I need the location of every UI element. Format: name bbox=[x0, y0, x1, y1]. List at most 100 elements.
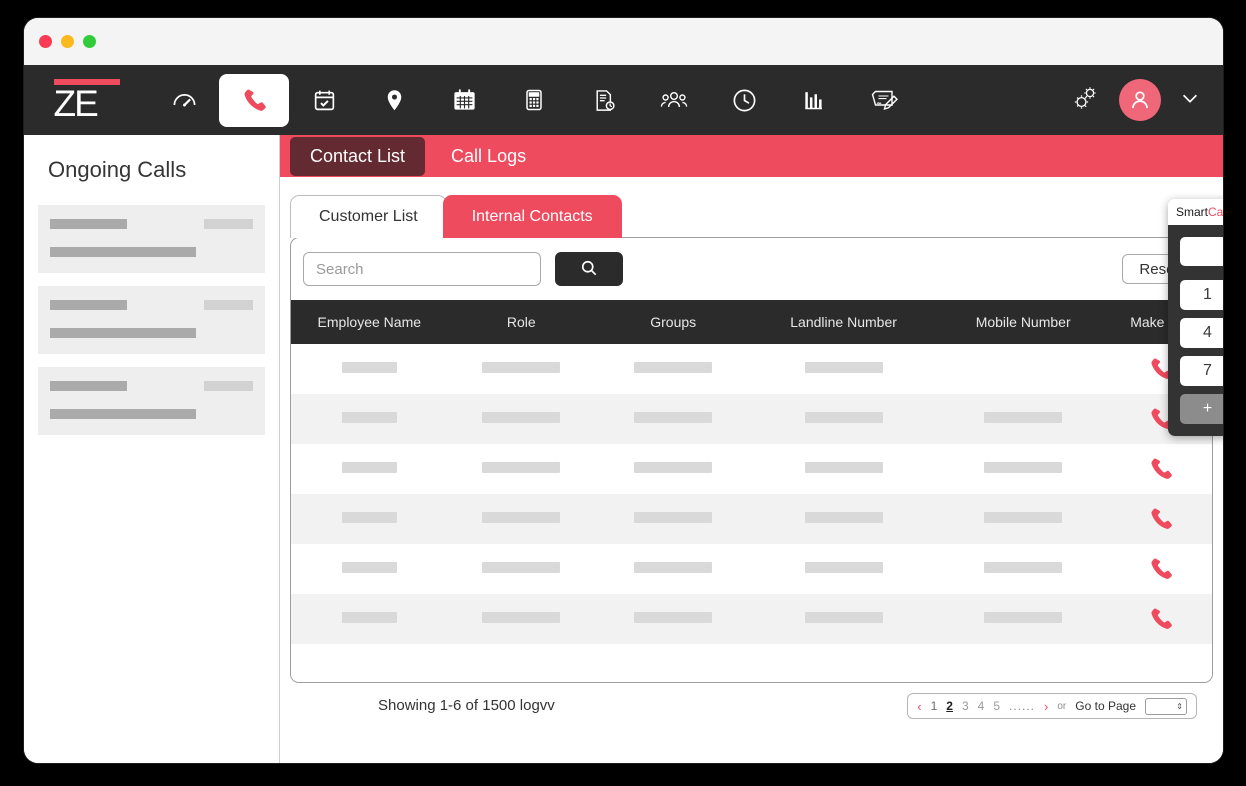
column-groups[interactable]: Groups bbox=[594, 300, 752, 344]
table-row[interactable] bbox=[291, 544, 1212, 594]
dialpad-key-1[interactable]: 1 bbox=[1180, 280, 1223, 310]
nav-icon-group bbox=[149, 73, 919, 127]
nav-item-calendar[interactable] bbox=[429, 74, 499, 127]
gears-icon[interactable] bbox=[1069, 82, 1101, 119]
dialpad-title-accent: Call bbox=[1208, 205, 1223, 219]
skeleton-line bbox=[634, 362, 713, 373]
table-row[interactable] bbox=[291, 394, 1212, 444]
skeleton-line bbox=[50, 381, 127, 391]
table-row[interactable] bbox=[291, 344, 1212, 394]
cell-groups bbox=[595, 344, 752, 394]
skeleton-line bbox=[634, 412, 713, 423]
dialpad-number-input[interactable] bbox=[1180, 237, 1223, 266]
user-avatar-icon[interactable] bbox=[1119, 79, 1161, 121]
table-row[interactable] bbox=[291, 444, 1212, 494]
column-landline-number[interactable]: Landline Number bbox=[751, 300, 936, 344]
cell-employee-name bbox=[291, 544, 448, 594]
skeleton-line bbox=[634, 462, 713, 473]
skeleton-line bbox=[341, 612, 397, 623]
table-footer-row: Showing 1-6 of 1500 logvv ‹ 1 2 3 4 5 ..… bbox=[290, 683, 1213, 719]
skeleton-line bbox=[482, 412, 561, 423]
signature-icon bbox=[869, 85, 899, 115]
tab-call-logs[interactable]: Call Logs bbox=[431, 137, 546, 176]
ongoing-call-card[interactable] bbox=[38, 367, 265, 435]
nav-item-sign[interactable] bbox=[849, 74, 919, 127]
tab-customer-list[interactable]: Customer List bbox=[290, 195, 447, 238]
column-mobile-number[interactable]: Mobile Number bbox=[935, 300, 1111, 344]
nav-item-documents[interactable] bbox=[569, 74, 639, 127]
cell-employee-name bbox=[291, 394, 448, 444]
phone-handset-icon[interactable] bbox=[1148, 558, 1174, 579]
search-button[interactable] bbox=[555, 252, 623, 286]
app-body: Ongoing Calls Contact List Call Logs Cus… bbox=[24, 135, 1223, 763]
pagination-page-2[interactable]: 2 bbox=[946, 699, 953, 713]
clock-icon bbox=[731, 87, 758, 114]
column-role[interactable]: Role bbox=[447, 300, 595, 344]
window-minimize-button[interactable] bbox=[61, 35, 74, 48]
cell-landline-number bbox=[751, 394, 935, 444]
cell-groups bbox=[595, 544, 752, 594]
chevron-down-icon[interactable] bbox=[1179, 87, 1201, 114]
calendar-check-icon bbox=[312, 88, 337, 113]
cell-make-call[interactable] bbox=[1111, 444, 1212, 494]
skeleton-line bbox=[341, 412, 397, 423]
goto-page-input[interactable]: ⇕ bbox=[1145, 697, 1187, 715]
nav-item-reports[interactable] bbox=[779, 74, 849, 127]
cell-employee-name bbox=[291, 344, 448, 394]
dialpad-key-4[interactable]: 4 bbox=[1180, 318, 1223, 348]
tab-contact-list[interactable]: Contact List bbox=[290, 136, 426, 176]
skeleton-line bbox=[50, 219, 127, 229]
cell-landline-number bbox=[751, 594, 935, 644]
dialpad-key-7[interactable]: 7 bbox=[1180, 356, 1223, 386]
cell-role bbox=[448, 544, 595, 594]
cell-make-call[interactable] bbox=[1111, 544, 1212, 594]
pagination-page-3[interactable]: 3 bbox=[962, 699, 969, 713]
bar-chart-icon bbox=[802, 88, 827, 113]
pagination-prev[interactable]: ‹ bbox=[917, 699, 921, 714]
nav-item-teams[interactable] bbox=[639, 74, 709, 127]
window-maximize-button[interactable] bbox=[83, 35, 96, 48]
skeleton-line bbox=[804, 362, 883, 373]
nav-item-dashboard[interactable] bbox=[149, 74, 219, 127]
phone-handset-icon[interactable] bbox=[1148, 508, 1174, 529]
search-icon bbox=[579, 258, 599, 281]
pagination-page-4[interactable]: 4 bbox=[978, 699, 985, 713]
nav-item-timesheet[interactable] bbox=[709, 74, 779, 127]
contact-list-panel: Customer List Internal Contacts Search R… bbox=[280, 177, 1223, 719]
phone-handset-icon[interactable] bbox=[1148, 458, 1174, 479]
pagination-page-1[interactable]: 1 bbox=[931, 699, 938, 713]
skeleton-line bbox=[204, 219, 253, 229]
pagination-next[interactable]: › bbox=[1044, 699, 1048, 714]
cell-make-call[interactable] bbox=[1111, 594, 1212, 644]
nav-item-calculator[interactable] bbox=[499, 74, 569, 127]
skeleton-line bbox=[204, 300, 253, 310]
sub-tab-bar: Customer List Internal Contacts bbox=[290, 195, 1213, 238]
cell-make-call[interactable] bbox=[1111, 494, 1212, 544]
nav-item-locations[interactable] bbox=[359, 74, 429, 127]
ongoing-call-card[interactable] bbox=[38, 286, 265, 354]
contacts-table: Employee Name Role Groups Landline Numbe… bbox=[291, 300, 1212, 644]
nav-item-calls[interactable] bbox=[219, 73, 289, 127]
phone-handset-icon[interactable] bbox=[1148, 608, 1174, 629]
pagination-or-label: or bbox=[1057, 700, 1067, 712]
dialpad-key-plus[interactable]: + bbox=[1180, 394, 1223, 424]
pagination-page-5[interactable]: 5 bbox=[993, 699, 1000, 713]
search-input[interactable] bbox=[303, 252, 541, 286]
tab-internal-contacts[interactable]: Internal Contacts bbox=[442, 195, 622, 238]
window-close-button[interactable] bbox=[39, 35, 52, 48]
nav-item-tasks[interactable] bbox=[289, 74, 359, 127]
table-row[interactable] bbox=[291, 494, 1212, 544]
cell-employee-name bbox=[291, 444, 448, 494]
column-employee-name[interactable]: Employee Name bbox=[291, 300, 448, 344]
table-header-row: Employee Name Role Groups Landline Numbe… bbox=[291, 300, 1212, 344]
skeleton-line bbox=[804, 412, 883, 423]
skeleton-line bbox=[634, 612, 713, 623]
app-logo[interactable]: ZE bbox=[24, 79, 149, 122]
skeleton-line bbox=[50, 300, 127, 310]
table-row[interactable] bbox=[291, 594, 1212, 644]
ongoing-call-card[interactable] bbox=[38, 205, 265, 273]
dialpad-body: 1 2 3 4 5 6 7 8 9 + 0 bbox=[1168, 225, 1223, 436]
stepper-icon[interactable]: ⇕ bbox=[1176, 702, 1183, 711]
skeleton-line bbox=[204, 381, 253, 391]
nav-right-group bbox=[1069, 79, 1201, 121]
